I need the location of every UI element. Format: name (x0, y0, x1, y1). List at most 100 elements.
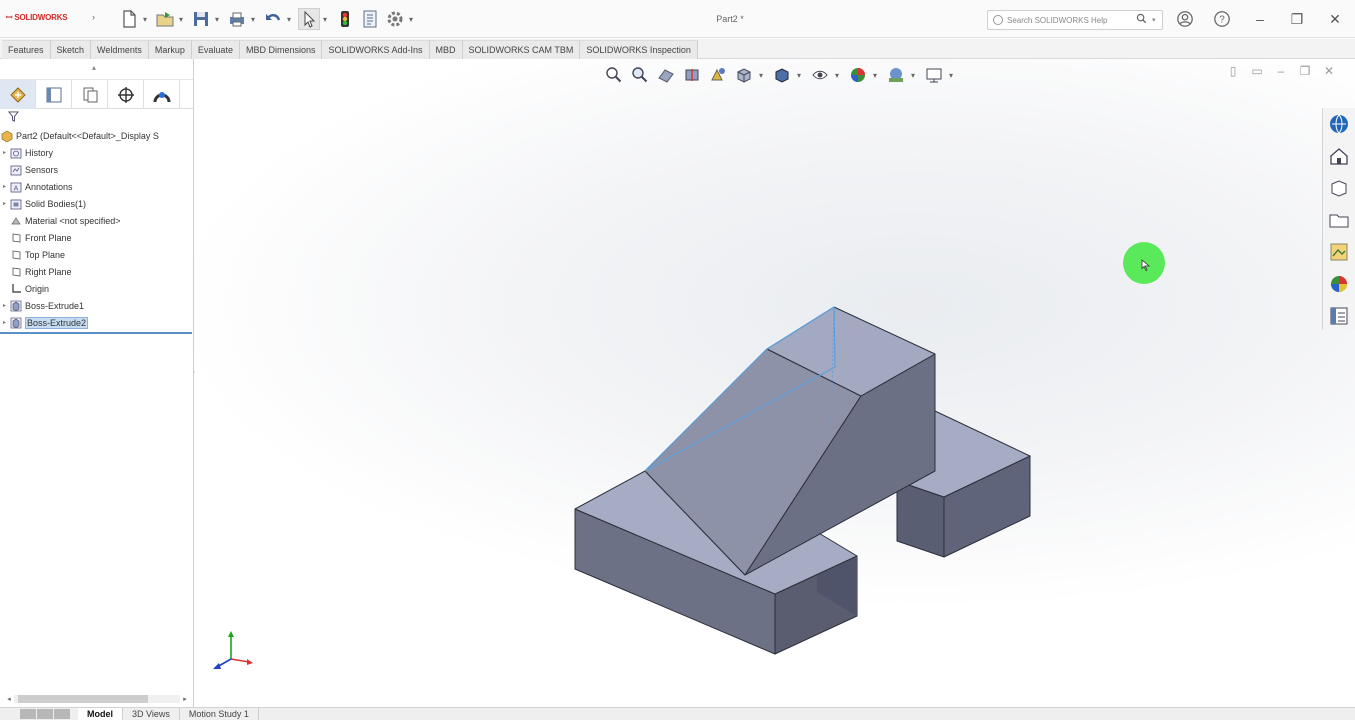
select-dropdown-icon[interactable]: ▾ (323, 15, 331, 24)
tree-item-sensors[interactable]: Sensors (0, 161, 193, 178)
command-tab-features[interactable]: Features (2, 40, 51, 59)
search-input[interactable]: Search SOLIDWORKS Help (1007, 16, 1136, 25)
3d-part-model[interactable] (555, 239, 1035, 659)
command-tab-mbd-dimensions[interactable]: MBD Dimensions (239, 40, 323, 59)
options-dropdown-icon[interactable]: ▾ (409, 15, 417, 24)
appearance-dropdown-icon[interactable]: ▾ (873, 71, 881, 80)
tree-item-boss-extrude1[interactable]: ▸ Boss-Extrude1 (0, 297, 193, 314)
undo-icon[interactable] (262, 8, 284, 30)
file-properties-icon[interactable] (359, 8, 381, 30)
solidworks-logo[interactable]: ꟷ SOLIDWORKS (6, 12, 70, 26)
tree-item-material-not-specified[interactable]: Material <not specified> (0, 212, 193, 229)
appearances-scenes-icon[interactable] (1327, 272, 1351, 296)
command-tab-evaluate[interactable]: Evaluate (191, 40, 240, 59)
close-window-icon[interactable]: ✕ (1325, 9, 1345, 29)
print-icon[interactable] (226, 8, 248, 30)
command-tab-solidworks-cam-tbm[interactable]: SOLIDWORKS CAM TBM (462, 40, 581, 59)
tree-filter[interactable] (0, 109, 193, 127)
command-tab-weldments[interactable]: Weldments (91, 40, 149, 59)
tree-item-boss-extrude2[interactable]: ▸ Boss-Extrude2 (0, 314, 193, 331)
expand-arrow-icon[interactable]: ▸ (0, 183, 9, 190)
scroll-right-icon[interactable]: ▸ (180, 695, 190, 703)
tree-root-part[interactable]: Part2 (Default<<Default>_Display S (0, 127, 193, 144)
search-dropdown-icon[interactable]: ▾ (1152, 16, 1162, 24)
design-library-icon[interactable] (1327, 176, 1351, 200)
tree-item-annotations[interactable]: ▸ A Annotations (0, 178, 193, 195)
zoom-to-fit-icon[interactable] (603, 64, 625, 86)
solidworks-resources-icon[interactable] (1327, 112, 1351, 136)
tree-item-history[interactable]: ▸ History (0, 144, 193, 161)
search-icon[interactable] (1136, 13, 1148, 27)
command-tab-solidworks-add-ins[interactable]: SOLIDWORKS Add-Ins (322, 40, 430, 59)
viewport-close-icon[interactable]: ✕ (1321, 63, 1337, 79)
nav-first-icon[interactable] (20, 709, 36, 719)
help-icon[interactable]: ? (1212, 9, 1232, 29)
user-account-icon[interactable] (1175, 9, 1195, 29)
panel-horizontal-scrollbar[interactable]: ◂ ▸ (4, 693, 190, 705)
tree-item-origin[interactable]: Origin (0, 280, 193, 297)
open-dropdown-icon[interactable]: ▾ (179, 15, 187, 24)
nav-next-icon[interactable] (54, 709, 70, 719)
rebuild-icon[interactable] (334, 8, 356, 30)
scroll-left-icon[interactable]: ◂ (4, 695, 14, 703)
configuration-manager-tab[interactable] (72, 80, 108, 109)
command-tab-mbd[interactable]: MBD (429, 40, 463, 59)
bottom-tab-model[interactable]: Model (78, 707, 123, 720)
dynamic-annotation-icon[interactable] (707, 64, 729, 86)
viewport-split-icon[interactable]: ▯ (1225, 63, 1241, 79)
custom-properties-icon[interactable] (1327, 304, 1351, 328)
tree-item-right-plane[interactable]: Right Plane (0, 263, 193, 280)
view-orientation-dropdown-icon[interactable]: ▾ (759, 71, 767, 80)
nav-prev-icon[interactable] (37, 709, 53, 719)
viewport-link-icon[interactable]: ▭ (1249, 63, 1265, 79)
command-tab-sketch[interactable]: Sketch (50, 40, 92, 59)
bottom-tab-3d-views[interactable]: 3D Views (123, 707, 180, 720)
zoom-to-area-icon[interactable] (629, 64, 651, 86)
save-icon[interactable] (190, 8, 212, 30)
view-orientation-icon[interactable] (733, 64, 755, 86)
menu-expand-arrow-icon[interactable]: › (92, 12, 95, 22)
save-dropdown-icon[interactable]: ▾ (215, 15, 223, 24)
file-explorer-icon[interactable] (1327, 208, 1351, 232)
property-manager-tab[interactable] (36, 80, 72, 109)
home-icon[interactable] (1327, 144, 1351, 168)
view-settings-icon[interactable] (923, 64, 945, 86)
apply-scene-icon[interactable] (885, 64, 907, 86)
undo-dropdown-icon[interactable]: ▾ (287, 15, 295, 24)
new-dropdown-icon[interactable]: ▾ (143, 15, 151, 24)
edit-appearance-icon[interactable] (847, 64, 869, 86)
tree-item-front-plane[interactable]: Front Plane (0, 229, 193, 246)
view-settings-dropdown-icon[interactable]: ▾ (949, 71, 957, 80)
scroll-track[interactable] (14, 695, 180, 703)
viewport-restore-icon[interactable]: ❐ (1297, 63, 1313, 79)
expand-arrow-icon[interactable]: ▸ (0, 319, 9, 326)
command-tab-solidworks-inspection[interactable]: SOLIDWORKS Inspection (580, 40, 698, 59)
view-palette-icon[interactable] (1327, 240, 1351, 264)
expand-arrow-icon[interactable]: ▸ (0, 200, 9, 207)
hide-show-dropdown-icon[interactable]: ▾ (835, 71, 843, 80)
feature-manager-tab[interactable] (0, 80, 36, 109)
scroll-thumb[interactable] (18, 695, 148, 703)
viewport-minimize-icon[interactable]: – (1273, 63, 1289, 79)
filter-icon[interactable] (7, 111, 20, 125)
display-style-icon[interactable] (771, 64, 793, 86)
hide-show-items-icon[interactable] (809, 64, 831, 86)
previous-view-icon[interactable] (655, 64, 677, 86)
display-manager-tab[interactable] (144, 80, 180, 109)
display-style-dropdown-icon[interactable]: ▾ (797, 71, 805, 80)
minimize-window-icon[interactable]: – (1250, 9, 1270, 29)
graphics-area[interactable]: ▾ ▾ ▾ ▾ ▾ ▾ ▯ ▭ – ❐ ✕ (195, 59, 1355, 707)
select-icon[interactable] (298, 8, 320, 30)
section-view-icon[interactable] (681, 64, 703, 86)
collapse-panel-icon[interactable]: ▴ (92, 63, 96, 72)
tree-item-solid-bodies-1[interactable]: ▸ Solid Bodies(1) (0, 195, 193, 212)
expand-arrow-icon[interactable]: ▸ (0, 302, 9, 309)
expand-arrow-icon[interactable]: ▸ (0, 149, 9, 156)
tree-item-top-plane[interactable]: Top Plane (0, 246, 193, 263)
print-dropdown-icon[interactable]: ▾ (251, 15, 259, 24)
dimxpert-manager-tab[interactable] (108, 80, 144, 109)
restore-window-icon[interactable]: ❐ (1287, 9, 1307, 29)
command-tab-markup[interactable]: Markup (148, 40, 192, 59)
search-help-box[interactable]: Search SOLIDWORKS Help ▾ (987, 10, 1163, 30)
rollback-bar[interactable] (0, 332, 192, 334)
